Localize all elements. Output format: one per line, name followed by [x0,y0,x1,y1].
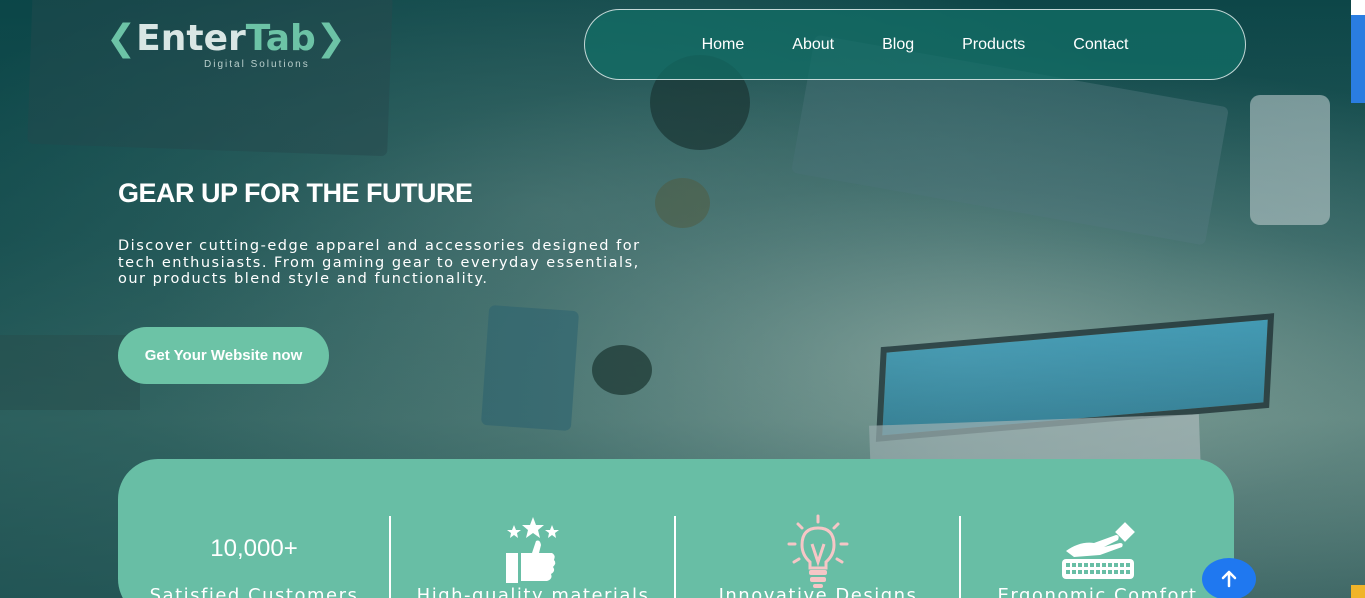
logo-brand-right: Tab [245,18,316,59]
stat-number: 10,000+ [210,535,298,562]
logo-brand-left: Enter [136,18,246,59]
lightbulb-icon [786,514,850,594]
hero-title: GEAR UP FOR THE FUTURE [118,178,473,208]
back-to-top-button[interactable] [1202,558,1256,598]
stats-panel: 10,000+ Satisfied Customers High-quality… [118,459,1234,598]
get-website-button[interactable]: Get Your Website now [118,327,329,384]
nav-item-blog[interactable]: Blog [882,36,914,54]
arrow-up-icon [1221,570,1237,588]
stat-materials: High-quality materials [391,459,675,598]
stat-customers: 10,000+ Satisfied Customers [118,459,390,598]
logo-wordmark: ❮EnterTab❯ [106,18,346,59]
thumbs-up-stars-icon [502,515,564,589]
hand-keyboard-icon [1060,521,1136,587]
logo[interactable]: ❮EnterTab❯ Digital Solutions [106,18,356,73]
nav-item-home[interactable]: Home [702,36,745,54]
nav-item-products[interactable]: Products [962,36,1025,54]
edge-decoration [1351,585,1365,598]
edge-decoration [1351,0,1365,15]
edge-decoration [1351,15,1365,103]
chevron-right-icon: ❯ [315,18,346,59]
main-nav: Home About Blog Products Contact [584,9,1246,80]
hero-description: Discover cutting-edge apparel and access… [118,238,641,287]
stat-label: Ergonomic Comfort [997,585,1198,598]
stat-label: Innovative Designs [718,585,918,598]
nav-item-contact[interactable]: Contact [1073,36,1128,54]
stat-comfort: Ergonomic Comfort [961,459,1234,598]
nav-item-about[interactable]: About [792,36,834,54]
chevron-left-icon: ❮ [106,18,137,59]
stat-label: High-quality materials [416,585,650,598]
stat-designs: Innovative Designs [676,459,960,598]
stat-label: Satisfied Customers [149,585,359,598]
logo-tagline: Digital Solutions [204,59,310,70]
